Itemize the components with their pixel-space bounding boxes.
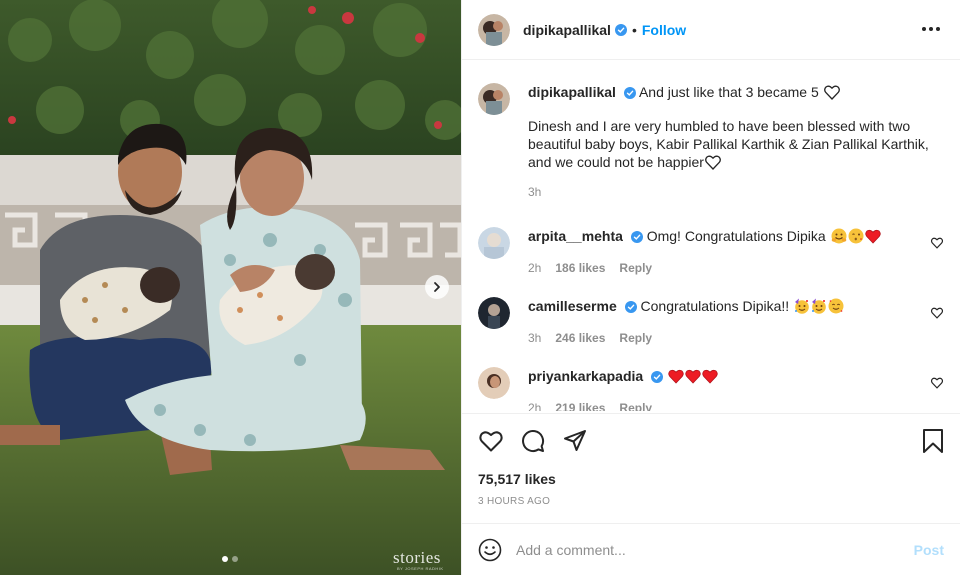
verified-badge-icon [630, 231, 643, 244]
comment-text: Congratulations Dipika!! [640, 298, 790, 314]
paper-plane-icon [564, 430, 586, 451]
verified-badge-icon [614, 23, 627, 36]
more-dot [922, 27, 926, 31]
caption-title: And just like that 3 became 5 [638, 84, 819, 100]
comment-meta: 2h 186 likes Reply [528, 259, 944, 277]
comments-list[interactable]: dipikapallikal And just like that 3 beca… [462, 61, 960, 411]
like-button[interactable] [478, 428, 504, 454]
comment-likes[interactable]: 246 likes [555, 329, 605, 347]
post-header: dipikapallikal • Follow [462, 0, 960, 60]
comment-composer: Post [462, 523, 960, 575]
comment-timestamp[interactable]: 3h [528, 329, 541, 347]
header-username[interactable]: dipikapallikal [523, 22, 611, 38]
profile-picture [478, 227, 510, 259]
white-heart-icon [823, 85, 840, 100]
slide-dot-active [222, 556, 228, 562]
profile-picture [478, 13, 510, 46]
reply-button[interactable]: Reply [619, 329, 652, 347]
caption-body: Dinesh and I are very humbled to have be… [528, 118, 929, 170]
red-heart-icon [668, 369, 684, 384]
comment-text: Omg! Congratulations Dipika [646, 228, 826, 244]
post-photo[interactable]: stories BY JOSEPH RADHIK [0, 0, 461, 575]
slide-dot [232, 556, 238, 562]
more-dot [936, 27, 940, 31]
red-heart-icon [702, 369, 718, 384]
profile-picture [478, 367, 510, 399]
profile-picture [478, 297, 510, 329]
avatar[interactable] [478, 367, 510, 399]
kissing-face-icon [848, 228, 864, 244]
white-heart-icon [704, 155, 721, 170]
avatar[interactable] [478, 83, 510, 115]
comment-item: arpita__mehta Omg! Congratulations Dipik… [478, 227, 944, 277]
post-caption: dipikapallikal And just like that 3 beca… [478, 83, 944, 201]
like-comment-icon[interactable] [931, 237, 943, 249]
hugging-face-icon [831, 228, 847, 244]
reply-button[interactable]: Reply [619, 259, 652, 277]
comment-button[interactable] [520, 428, 546, 454]
red-heart-icon [685, 369, 701, 384]
comment-meta: 2h 219 likes Reply [528, 399, 944, 411]
reply-button[interactable]: Reply [619, 399, 652, 411]
partying-face-icon [812, 298, 826, 314]
separator: • [631, 21, 637, 38]
comment-item: priyankarkapadia 2h 219 likes Reply [478, 367, 944, 411]
next-slide-button[interactable] [425, 275, 449, 299]
smiling-face-with-hearts-icon [828, 298, 844, 314]
verified-badge-icon [651, 371, 664, 384]
more-options-button[interactable] [922, 27, 940, 31]
avatar[interactable] [478, 13, 510, 46]
profile-picture [478, 83, 510, 115]
comment-likes[interactable]: 219 likes [555, 399, 605, 411]
caption-timestamp[interactable]: 3h [528, 183, 944, 201]
comment-username[interactable]: priyankarkapadia [528, 368, 643, 384]
slide-indicator [222, 556, 238, 562]
post-timestamp[interactable]: 3 HOURS AGO [478, 496, 550, 507]
comment-meta: 3h 246 likes Reply [528, 329, 944, 347]
comment-timestamp[interactable]: 2h [528, 259, 541, 277]
comment-username[interactable]: camilleserme [528, 298, 617, 314]
share-button[interactable] [562, 428, 588, 454]
heart-icon [479, 431, 503, 452]
red-heart-icon [864, 229, 881, 244]
follow-button[interactable]: Follow [642, 22, 686, 38]
like-comment-icon[interactable] [931, 307, 943, 319]
post-comment-button[interactable]: Post [914, 542, 944, 558]
comment-input[interactable] [516, 541, 914, 558]
photo-watermark: stories [393, 548, 441, 567]
like-count[interactable]: 75,517 likes [478, 471, 556, 487]
post-actions: 75,517 likes 3 HOURS AGO [462, 413, 960, 523]
caption-body-wrap: Dinesh and I are very humbled to have be… [528, 117, 944, 171]
verified-badge-icon [624, 301, 637, 314]
verified-badge-icon [623, 87, 636, 100]
chevron-right-icon [434, 282, 440, 292]
photo-watermark-credit: BY JOSEPH RADHIK [397, 566, 444, 571]
partying-face-icon [795, 298, 809, 314]
comment-icon [522, 430, 545, 452]
post-image [0, 0, 461, 575]
like-comment-icon[interactable] [931, 377, 943, 389]
caption-username[interactable]: dipikapallikal [528, 84, 616, 100]
comment-timestamp[interactable]: 2h [528, 399, 541, 411]
avatar[interactable] [478, 297, 510, 329]
comment-username[interactable]: arpita__mehta [528, 228, 623, 244]
comment-likes[interactable]: 186 likes [555, 259, 605, 277]
emoji-picker-icon[interactable] [478, 538, 502, 562]
post-details-panel: dipikapallikal • Follow dipikapallikal A… [461, 0, 960, 575]
bookmark-icon [923, 429, 943, 453]
save-button[interactable] [920, 428, 946, 454]
avatar[interactable] [478, 227, 510, 259]
comment-item: camilleserme Congratulations Dipika!! 3h… [478, 297, 944, 347]
more-dot [929, 27, 933, 31]
